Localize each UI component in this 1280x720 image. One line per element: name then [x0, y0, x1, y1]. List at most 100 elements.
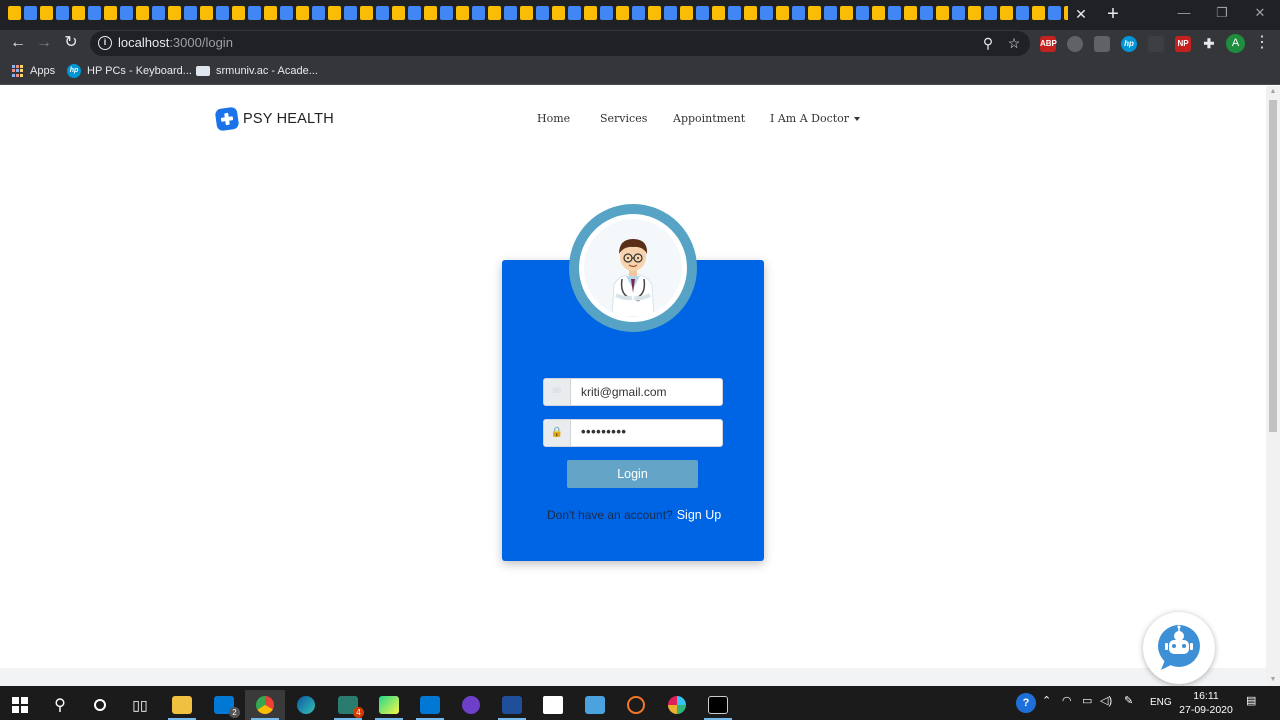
pycharm-icon[interactable] [369, 690, 409, 720]
wifi-icon[interactable]: ◠ [1062, 694, 1072, 707]
tab-favicon-icon[interactable] [8, 6, 21, 20]
bookmark-apps[interactable]: Apps [12, 63, 55, 79]
tab-favicon-icon[interactable] [120, 6, 133, 20]
tab-close-icon[interactable]: ✕ [1072, 5, 1090, 23]
hp-extension-icon[interactable]: hp [1121, 36, 1137, 52]
jupyter-icon[interactable] [616, 690, 656, 720]
page-scrollbar[interactable]: ▲ ▼ [1266, 86, 1280, 686]
tab-favicon-icon[interactable] [888, 6, 901, 20]
tab-favicon-icon[interactable] [1032, 6, 1045, 20]
github-desktop-icon[interactable] [451, 690, 491, 720]
reload-icon[interactable]: ↻ [60, 32, 82, 54]
notifications-icon[interactable]: ▤ [1246, 694, 1256, 707]
tab-favicon-icon[interactable] [584, 6, 597, 20]
tab-favicon-icon[interactable] [344, 6, 357, 20]
tab-favicon-icon[interactable] [264, 6, 277, 20]
terminal-icon[interactable] [698, 690, 738, 720]
extensions-puzzle-icon[interactable]: ✚ [1201, 36, 1217, 52]
bookmark-srm[interactable]: srmuniv.ac - Acade... [196, 63, 318, 79]
tab-favicon-icon[interactable] [456, 6, 469, 20]
window-close-button[interactable]: ✕ [1248, 3, 1272, 23]
signup-link[interactable]: Sign Up [677, 508, 721, 522]
bookmark-star-icon[interactable]: ☆ [1005, 34, 1023, 52]
tab-favicon-icon[interactable] [152, 6, 165, 20]
tab-favicon-icon[interactable] [280, 6, 293, 20]
tab-favicon-icon[interactable] [440, 6, 453, 20]
tab-favicon-icon[interactable] [856, 6, 869, 20]
nav-doctor-dropdown[interactable]: I Am A Doctor [770, 112, 861, 125]
store-icon[interactable] [533, 690, 573, 720]
nav-home[interactable]: Home [537, 112, 570, 125]
tab-favicon-icon[interactable] [1048, 6, 1061, 20]
tab-favicon-icon[interactable] [40, 6, 53, 20]
tab-favicon-icon[interactable] [200, 6, 213, 20]
tab-favicon-icon[interactable] [808, 6, 821, 20]
tab-favicon-icon[interactable] [776, 6, 789, 20]
tab-favicon-icon[interactable] [184, 6, 197, 20]
tab-favicon-icon[interactable] [536, 6, 549, 20]
tab-favicon-icon[interactable] [136, 6, 149, 20]
pen-icon[interactable]: ✎ [1124, 694, 1133, 707]
tab-favicon-icon[interactable] [936, 6, 949, 20]
app-with-badge-icon[interactable]: 4 [328, 690, 368, 720]
tab-favicon-icon[interactable] [312, 6, 325, 20]
zoom-search-icon[interactable]: ⚲ [979, 34, 997, 52]
new-tab-button[interactable]: + [1102, 3, 1124, 25]
help-icon[interactable]: ? [1016, 693, 1036, 713]
tab-favicon-icon[interactable] [88, 6, 101, 20]
tab-favicon-icon[interactable] [24, 6, 37, 20]
tab-favicon-icon[interactable] [952, 6, 965, 20]
tab-favicon-icon[interactable] [792, 6, 805, 20]
tab-favicon-icon[interactable] [376, 6, 389, 20]
tab-favicon-icon[interactable] [600, 6, 613, 20]
tab-favicon-icon[interactable] [296, 6, 309, 20]
tab-favicon-icon[interactable] [232, 6, 245, 20]
tab-favicon-icon[interactable] [520, 6, 533, 20]
drive-extension-icon[interactable] [1067, 36, 1083, 52]
tab-favicon-icon[interactable] [1000, 6, 1013, 20]
windows-start-icon[interactable] [0, 690, 40, 720]
tab-favicon-icon[interactable] [568, 6, 581, 20]
language-indicator[interactable]: ENG [1150, 697, 1172, 708]
scroll-down-icon[interactable]: ▼ [1269, 676, 1277, 684]
tab-favicon-icon[interactable] [168, 6, 181, 20]
site-brand[interactable]: PSY HEALTH [214, 106, 334, 132]
vscode-icon[interactable] [410, 690, 450, 720]
profile-avatar[interactable]: A [1226, 34, 1245, 53]
tab-favicon-icon[interactable] [712, 6, 725, 20]
tab-favicon-icon[interactable] [904, 6, 917, 20]
tab-favicon-icon[interactable] [1064, 6, 1068, 20]
tab-favicon-icon[interactable] [968, 6, 981, 20]
tab-favicon-icon[interactable] [488, 6, 501, 20]
pinned-tab-favicons[interactable] [8, 6, 1068, 22]
window-minimize-button[interactable]: — [1172, 3, 1196, 23]
tab-favicon-icon[interactable] [328, 6, 341, 20]
tab-manager-extension-icon[interactable] [1094, 36, 1110, 52]
tab-favicon-icon[interactable] [616, 6, 629, 20]
tab-favicon-icon[interactable] [392, 6, 405, 20]
volume-icon[interactable]: ◁) [1100, 694, 1112, 707]
scroll-thumb[interactable] [1269, 100, 1277, 432]
slack-icon[interactable] [657, 690, 697, 720]
tab-favicon-icon[interactable] [824, 6, 837, 20]
scroll-up-icon[interactable]: ▲ [1269, 88, 1277, 96]
email-field[interactable]: ✉ kriti@gmail.com [543, 378, 723, 406]
system-clock[interactable]: 16:11 27-09-2020 [1176, 689, 1236, 717]
nav-appointment[interactable]: Appointment [673, 112, 745, 125]
tab-favicon-icon[interactable] [984, 6, 997, 20]
tab-favicon-icon[interactable] [56, 6, 69, 20]
cortana-icon[interactable] [80, 690, 120, 720]
tab-favicon-icon[interactable] [872, 6, 885, 20]
tab-favicon-icon[interactable] [728, 6, 741, 20]
mail-icon[interactable]: 2 [204, 690, 244, 720]
file-explorer-icon[interactable] [162, 690, 202, 720]
battery-icon[interactable]: ▭ [1082, 694, 1092, 707]
chrome-menu-icon[interactable]: ⋮ [1254, 33, 1270, 53]
tab-favicon-icon[interactable] [744, 6, 757, 20]
chatbot-button[interactable] [1143, 612, 1215, 684]
back-arrow-icon[interactable]: ← [7, 32, 29, 54]
edge-icon[interactable] [286, 690, 326, 720]
tab-favicon-icon[interactable] [648, 6, 661, 20]
np-extension-icon[interactable]: NP [1175, 36, 1191, 52]
tab-favicon-icon[interactable] [552, 6, 565, 20]
